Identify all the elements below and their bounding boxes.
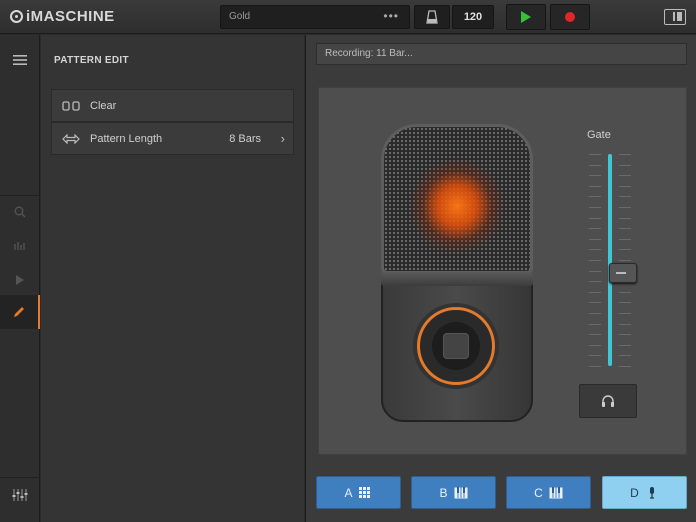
group-selector: A B C D: [316, 476, 687, 512]
pattern-length-label: Pattern Length: [90, 132, 163, 145]
browse-button[interactable]: [0, 195, 40, 229]
edit-mode-button[interactable]: [0, 295, 40, 329]
logo-ring-icon: [10, 10, 23, 23]
pattern-edit-panel: PATTERN EDIT Clear Pattern Length 8 Bars…: [41, 35, 304, 522]
keyboard-icon: [454, 486, 467, 498]
mixer-button[interactable]: [0, 478, 40, 512]
record-audio-button[interactable]: [417, 307, 495, 385]
search-icon: [14, 206, 26, 218]
more-options-button[interactable]: •••: [383, 9, 399, 23]
keyboard-icon: [549, 486, 563, 498]
microphone-graphic: [381, 124, 533, 422]
clear-button[interactable]: Clear: [51, 89, 294, 122]
gate-label: Gate: [587, 129, 611, 141]
play-button[interactable]: [506, 4, 546, 30]
clear-label: Clear: [90, 99, 117, 112]
record-icon: [565, 12, 575, 22]
headphones-icon: [602, 395, 614, 407]
group-b-button[interactable]: B: [411, 476, 496, 509]
app-name: iMASCHINE: [26, 8, 115, 25]
pencil-icon: [14, 307, 24, 317]
mic-grille-level-glow: [381, 124, 533, 274]
gate-slider-track[interactable]: [608, 154, 612, 366]
browser-toggle-icon[interactable]: [664, 9, 686, 25]
top-bar: iMASCHINE Gold ••• 120: [0, 0, 696, 34]
group-a-button[interactable]: A: [316, 476, 401, 509]
mic-icon: [649, 486, 654, 499]
project-name: Gold: [229, 11, 251, 22]
tempo-display[interactable]: 120: [452, 5, 494, 29]
monitor-button[interactable]: [579, 384, 637, 418]
pads-button[interactable]: [0, 229, 40, 263]
group-d-label: D: [630, 485, 639, 500]
length-arrows-icon: [52, 133, 90, 144]
clear-icon: [52, 100, 90, 111]
arrange-button[interactable]: [0, 263, 40, 297]
record-button[interactable]: [550, 4, 590, 30]
mic-band: [381, 272, 533, 286]
app-logo: iMASCHINE: [10, 8, 115, 25]
grid-icon: [358, 486, 370, 498]
project-selector[interactable]: Gold •••: [220, 5, 410, 29]
main-area: Recording: 11 Bar... Gate A B C D: [305, 35, 696, 522]
group-b-label: B: [439, 485, 448, 500]
menu-button[interactable]: [0, 43, 40, 77]
group-c-label: C: [534, 485, 543, 500]
panel-title: PATTERN EDIT: [54, 55, 129, 66]
mixer-icon: [12, 489, 28, 501]
metronome-button[interactable]: [414, 5, 450, 29]
pattern-length-row[interactable]: Pattern Length 8 Bars ›: [51, 122, 294, 155]
menu-icon: [13, 55, 27, 65]
chevron-right-icon: ›: [280, 131, 285, 146]
mode-sidebar: [0, 35, 40, 522]
group-c-button[interactable]: C: [506, 476, 591, 509]
arrange-icon: [16, 275, 24, 285]
pattern-length-value: 8 Bars: [229, 132, 261, 145]
recording-status: Recording: 11 Bar...: [316, 43, 687, 65]
stop-icon: [443, 333, 469, 359]
metronome-icon: [426, 10, 438, 24]
gate-tick: [589, 366, 631, 367]
pads-icon: [14, 242, 25, 250]
group-a-label: A: [344, 485, 353, 500]
group-d-button[interactable]: D: [602, 476, 687, 509]
play-icon: [521, 11, 531, 23]
gate-slider-handle[interactable]: [609, 263, 637, 283]
audio-recorder-stage: Gate: [318, 87, 687, 455]
